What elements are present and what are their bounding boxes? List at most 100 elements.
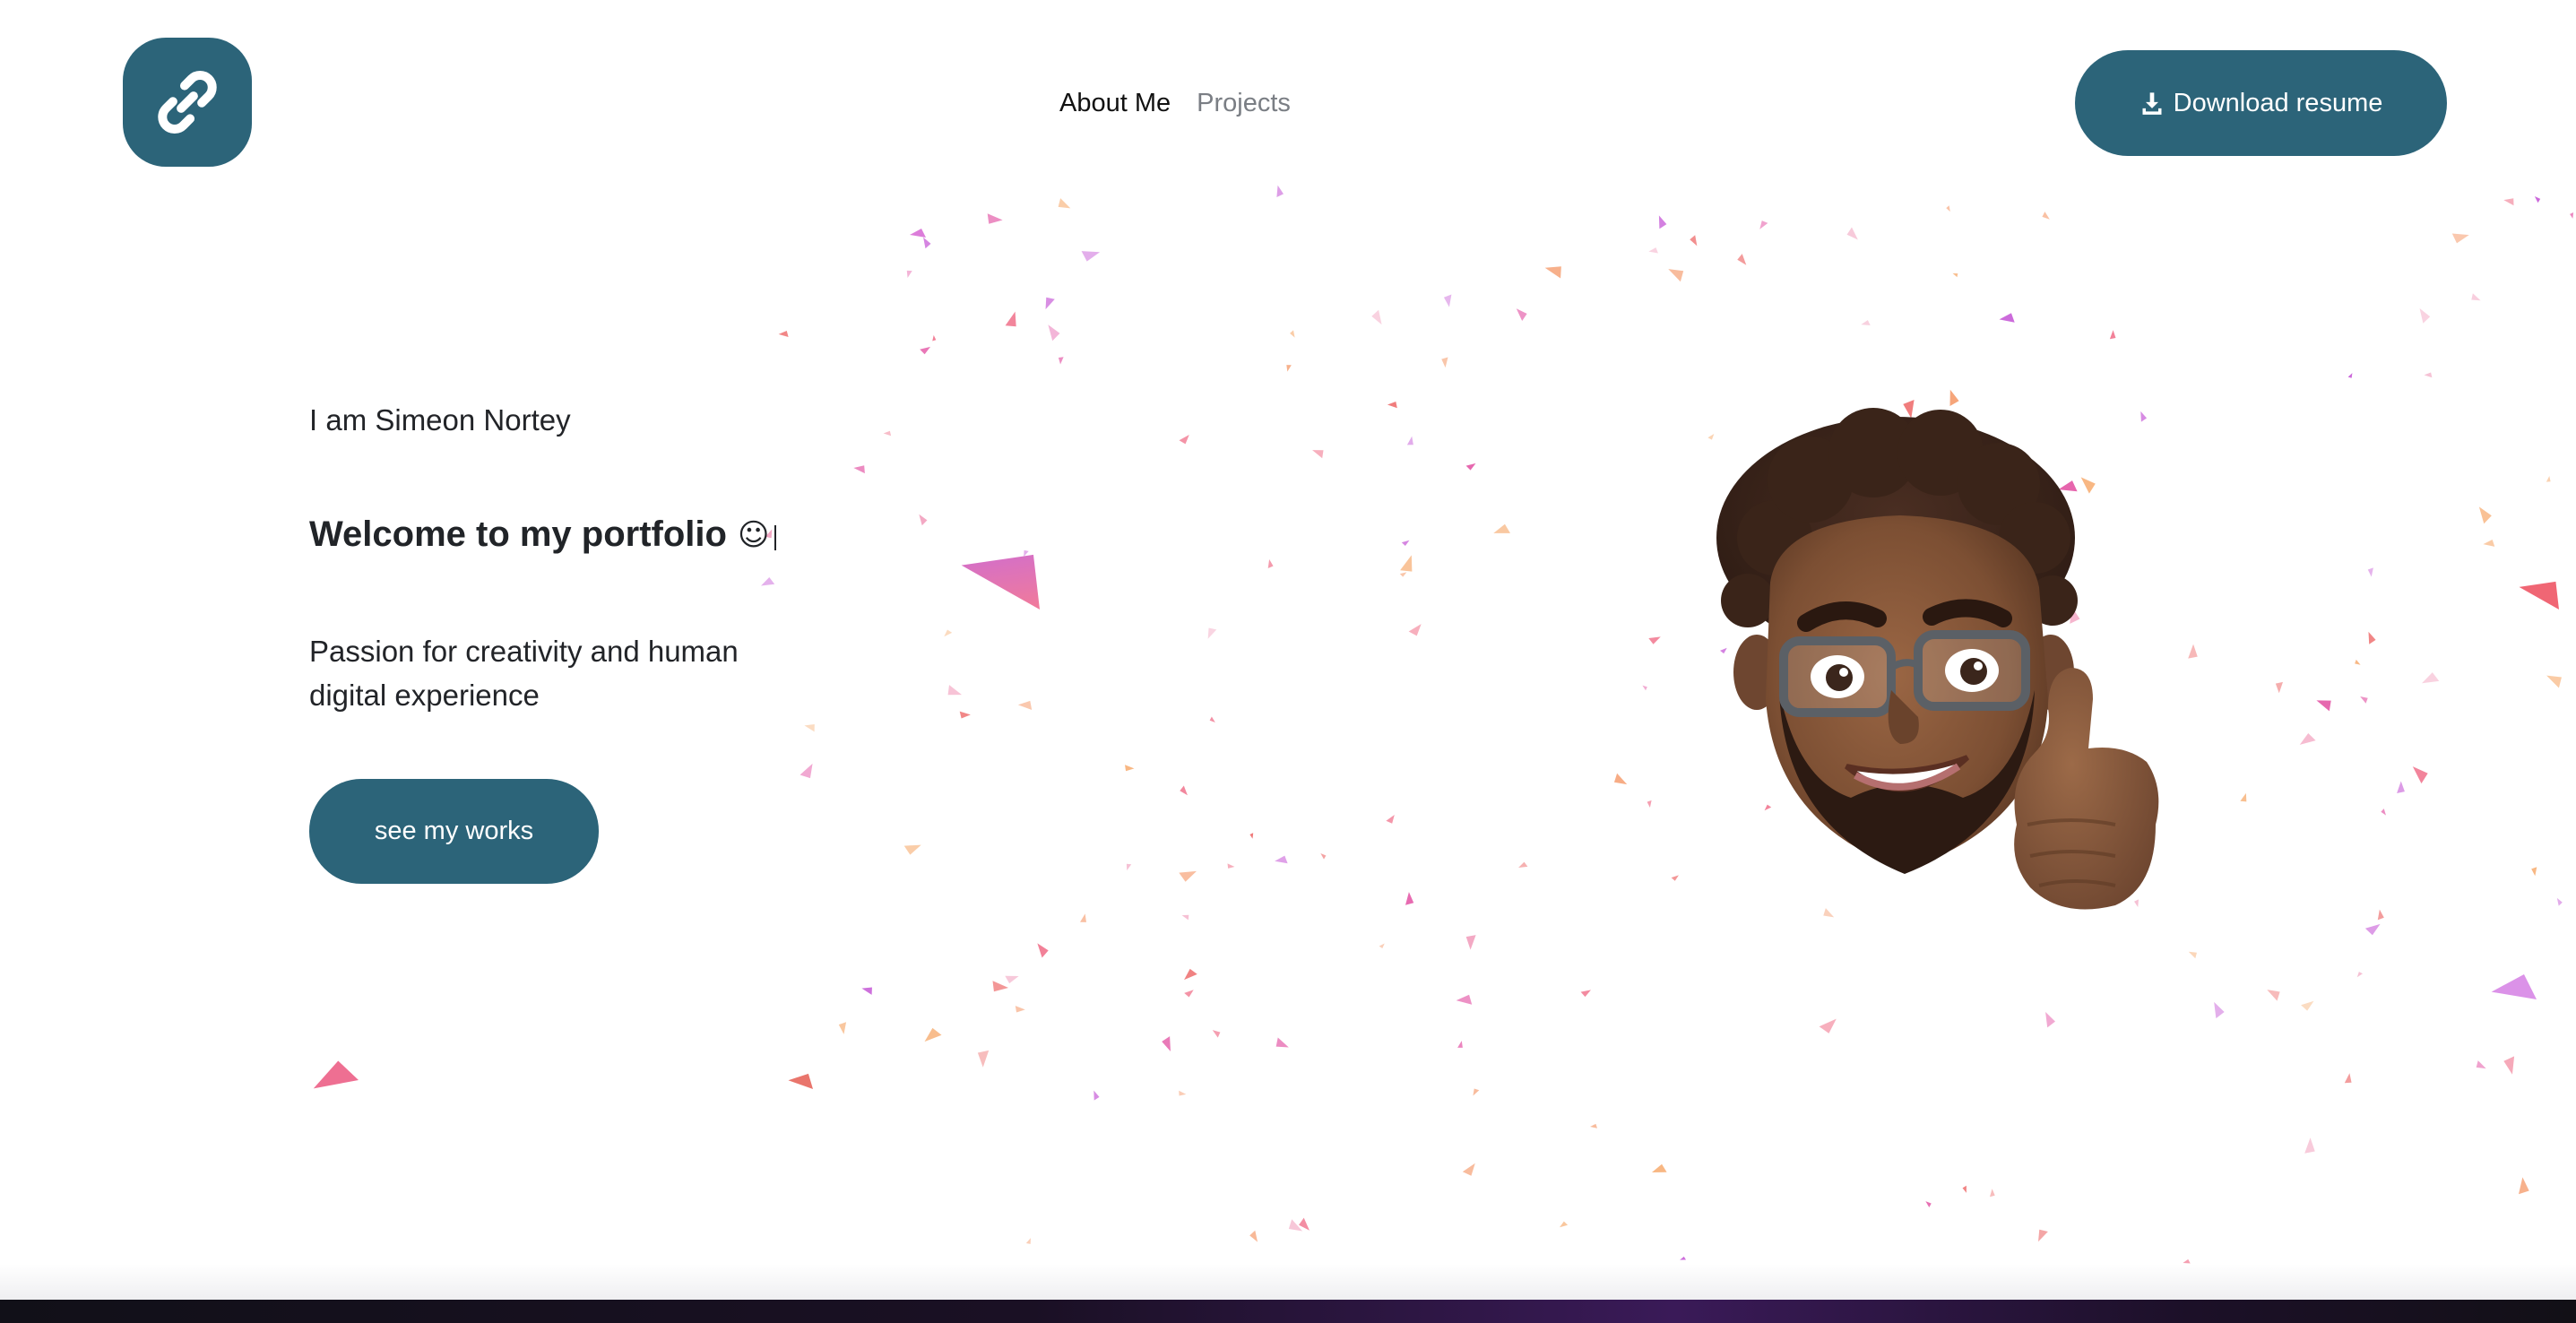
confetti-piece [1648, 636, 1661, 644]
confetti-piece [2304, 1137, 2315, 1154]
confetti-piece [1399, 572, 1407, 577]
confetti-piece [2267, 990, 2280, 1001]
confetti-piece [944, 629, 953, 637]
confetti-piece [838, 1022, 847, 1034]
confetti-piece [1017, 700, 1033, 710]
confetti-piece [924, 1027, 942, 1042]
confetti-piece [2301, 1000, 2314, 1011]
confetti-piece [2397, 781, 2405, 793]
confetti-piece [1288, 1219, 1303, 1232]
confetti-piece [2356, 972, 2363, 978]
confetti-piece [2422, 672, 2440, 684]
confetti-piece [1671, 875, 1679, 881]
confetti-piece [1212, 1030, 1221, 1038]
confetti-piece [1209, 716, 1215, 723]
confetti-piece [1405, 892, 1414, 905]
confetti-piece [1647, 800, 1652, 808]
confetti-piece [2546, 675, 2562, 688]
confetti-piece [2377, 909, 2384, 921]
confetti-piece [2360, 696, 2368, 704]
confetti-piece [1473, 1088, 1480, 1096]
confetti-piece [977, 1050, 990, 1068]
confetti-piece [1737, 254, 1747, 265]
confetti-piece [903, 844, 921, 855]
confetti-piece [1058, 357, 1064, 365]
logo[interactable] [123, 38, 252, 167]
download-resume-button[interactable]: Download resume [2075, 50, 2447, 156]
confetti-piece [1462, 1163, 1475, 1176]
bottom-strip [0, 1300, 2576, 1323]
confetti-piece [2476, 1060, 2486, 1069]
confetti-piece [1457, 1041, 1463, 1048]
confetti-piece [923, 237, 931, 249]
confetti-piece [1456, 994, 1473, 1005]
download-icon [2142, 92, 2162, 115]
confetti-piece [2519, 1177, 2529, 1195]
confetti-piece [1990, 1189, 1995, 1198]
confetti-piece [1379, 943, 1385, 948]
confetti-piece [1320, 853, 1327, 860]
confetti-piece [2570, 212, 2574, 219]
confetti-piece [1962, 1185, 1967, 1193]
confetti-piece [1371, 309, 1382, 325]
see-my-works-button[interactable]: see my works [309, 779, 599, 884]
confetti-piece [1580, 990, 1591, 998]
confetti-piece [959, 711, 971, 719]
confetti-piece [2412, 766, 2428, 784]
confetti-shard [2519, 581, 2559, 610]
confetti-shard [313, 1060, 359, 1089]
confetti-piece [2188, 951, 2197, 959]
confetti-piece [987, 213, 1003, 224]
confetti-shard [2491, 974, 2537, 999]
headline-text: Welcome to my portfolio [309, 514, 727, 554]
confetti-piece [1441, 357, 1448, 368]
confetti-piece [804, 724, 815, 732]
confetti-piece [2531, 867, 2537, 877]
confetti-piece [1613, 773, 1628, 785]
confetti-piece [1999, 313, 2015, 323]
nav-about-me[interactable]: About Me [1059, 89, 1171, 118]
confetti-piece [1952, 272, 1958, 278]
confetti-piece [1400, 555, 1413, 572]
confetti-piece [853, 465, 865, 474]
confetti-piece [1925, 1201, 1932, 1207]
confetti-piece [1516, 308, 1527, 321]
confetti-piece [1045, 297, 1055, 310]
confetti-piece [1184, 990, 1194, 998]
confetti-piece [1560, 1221, 1569, 1228]
confetti-piece [1126, 863, 1132, 871]
confetti-piece [2419, 307, 2431, 324]
smiley-emoji: ☺ [737, 516, 770, 553]
confetti-piece [1518, 861, 1528, 868]
confetti-shard [788, 1073, 813, 1089]
intro-text: I am Simeon Nortey [309, 403, 571, 437]
confetti-piece [1207, 627, 1217, 639]
tagline-text: Passion for creativity and human digital… [309, 635, 739, 712]
link-icon [158, 71, 217, 134]
confetti-shard [961, 554, 1040, 610]
confetti-piece [1386, 814, 1395, 824]
confetti-piece [1642, 685, 1647, 691]
confetti-piece [2038, 1229, 2048, 1242]
confetti-piece [2364, 923, 2381, 936]
typing-caret [774, 524, 777, 550]
confetti-shard [910, 229, 926, 238]
bottom-fade [0, 1264, 2576, 1300]
confetti-piece [2381, 808, 2386, 816]
confetti-piece [1861, 320, 1871, 325]
nav-projects[interactable]: Projects [1197, 89, 1291, 118]
confetti-piece [1408, 624, 1422, 636]
confetti-piece [1648, 247, 1658, 254]
confetti-piece [1094, 1090, 1100, 1101]
confetti-piece [919, 514, 928, 526]
confetti-piece [2355, 659, 2361, 665]
confetti-piece [2534, 196, 2541, 203]
confetti-piece [1286, 365, 1292, 372]
confetti-piece [2214, 1001, 2225, 1019]
confetti-piece [2240, 792, 2247, 802]
confetti-piece [1180, 785, 1188, 796]
confetti-piece [2367, 567, 2373, 577]
confetti-piece [883, 430, 892, 437]
confetti-piece [1387, 402, 1397, 409]
confetti-piece [1181, 914, 1189, 921]
